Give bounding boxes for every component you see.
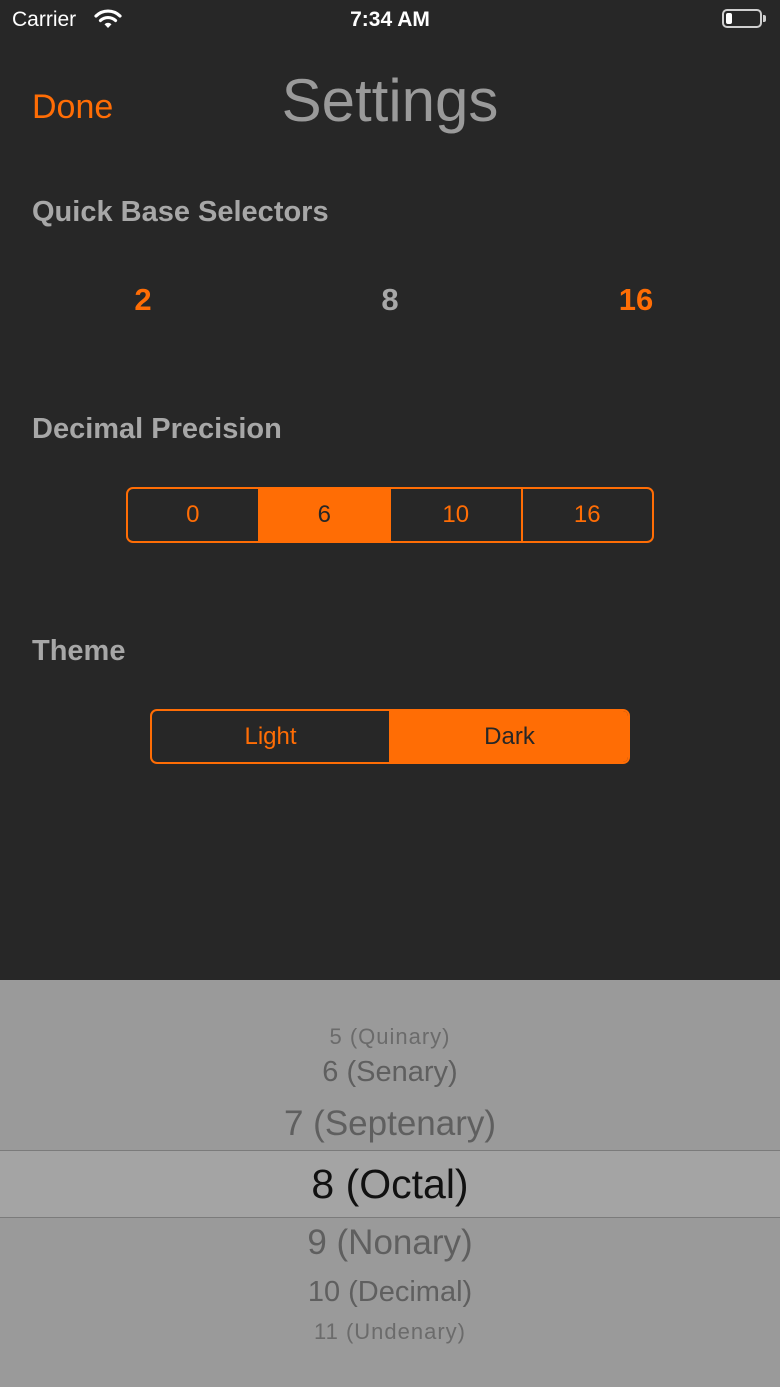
status-time: 7:34 AM — [350, 8, 430, 31]
decimal-precision-heading: Decimal Precision — [32, 413, 282, 445]
precision-option-10[interactable]: 10 — [389, 489, 521, 541]
picker-row[interactable]: 5 (Quinary) — [0, 1024, 780, 1050]
base-2-button[interactable]: 2 — [103, 282, 183, 318]
picker-row[interactable]: 9 (Nonary) — [0, 1223, 780, 1263]
precision-option-16[interactable]: 16 — [520, 489, 653, 541]
picker-row[interactable]: 10 (Decimal) — [0, 1276, 780, 1309]
base-16-button[interactable]: 16 — [596, 282, 676, 318]
theme-control: Light Dark — [150, 709, 630, 764]
quick-base-heading: Quick Base Selectors — [32, 196, 329, 228]
picker-row[interactable]: 6 (Senary) — [0, 1056, 780, 1089]
base-picker[interactable]: 5 (Quinary) 6 (Senary) 7 (Septenary) 8 (… — [0, 980, 780, 1387]
decimal-precision-control: 0 6 10 16 — [126, 487, 654, 543]
battery-icon — [722, 9, 766, 29]
precision-option-0[interactable]: 0 — [128, 489, 258, 541]
base-8-button[interactable]: 8 — [350, 282, 430, 318]
picker-row-selected[interactable]: 8 (Octal) — [0, 1161, 780, 1208]
theme-option-light[interactable]: Light — [152, 711, 389, 762]
precision-option-6[interactable]: 6 — [257, 489, 389, 541]
status-bar: Carrier 7:34 AM — [0, 0, 780, 40]
theme-option-dark[interactable]: Dark — [389, 711, 628, 762]
theme-heading: Theme — [32, 635, 126, 667]
page-title: Settings — [281, 67, 499, 134]
picker-row[interactable]: 11 (Undenary) — [0, 1319, 780, 1345]
picker-row[interactable]: 7 (Septenary) — [0, 1104, 780, 1144]
